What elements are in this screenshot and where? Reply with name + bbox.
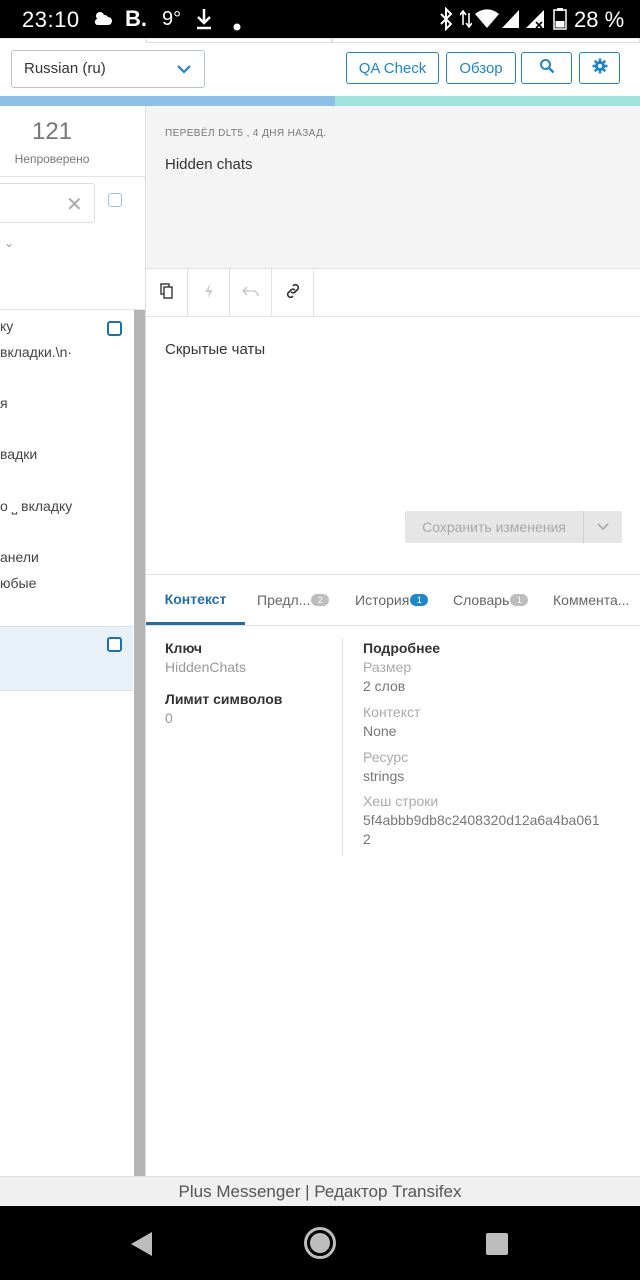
hash-value: 5f4abbb9db8c2408320d12a6a4ba061 xyxy=(363,812,600,828)
battery-level: 28 % xyxy=(574,7,625,32)
review-button[interactable]: Обзор xyxy=(446,52,516,84)
search-button[interactable] xyxy=(521,52,572,84)
editor-toolbar xyxy=(146,269,640,317)
progress-fill xyxy=(0,96,335,106)
divider xyxy=(342,638,343,856)
select-all-checkbox[interactable] xyxy=(108,193,122,207)
save-options-button[interactable] xyxy=(583,511,622,543)
list-item-text[interactable]: вкладки.\n· xyxy=(0,344,72,360)
tab-context[interactable]: Контекст xyxy=(146,575,245,625)
tab-label: Словарь xyxy=(453,592,510,608)
size-value: 2 слов xyxy=(363,678,406,694)
string-list-panel: 121 Непроверено ✕ ⌄ ку вкладки.\n· я вад… xyxy=(0,106,146,1176)
source-text: Hidden chats xyxy=(165,156,253,173)
list-scrollbar[interactable] xyxy=(134,310,145,1176)
count-badge: 2 xyxy=(311,594,330,606)
unreviewed-label: Непроверено xyxy=(14,152,90,166)
list-item-text[interactable]: ку xyxy=(0,318,13,334)
status-bar: 23:10 B. 9° 28 % xyxy=(0,0,640,38)
copy-source-button[interactable] xyxy=(146,269,188,317)
signal-x-icon xyxy=(524,7,546,37)
chevron-down-icon xyxy=(597,518,609,536)
language-value: Russian (ru) xyxy=(24,60,106,77)
divider xyxy=(0,176,145,177)
clock: 23:10 xyxy=(22,7,80,32)
translation-meta: ПЕРЕВЁЛ DLT5 , 4 ДНЯ НАЗАД. xyxy=(165,128,327,139)
chevron-down-icon[interactable]: ⌄ xyxy=(4,236,14,250)
tab-history[interactable]: История 1 xyxy=(355,575,429,625)
gear-icon xyxy=(592,58,608,78)
translation-progress-bar xyxy=(0,96,640,106)
page-title-footer: Plus Messenger | Редактор Transifex xyxy=(0,1176,640,1206)
undo-button[interactable] xyxy=(230,269,272,317)
dot-icon xyxy=(233,13,241,37)
key-value: HiddenChats xyxy=(165,659,246,675)
link-icon xyxy=(285,283,301,304)
language-select[interactable]: Russian (ru) xyxy=(11,50,205,88)
weather-icon xyxy=(91,7,115,37)
navigation-bar xyxy=(0,1206,640,1280)
signal-icon xyxy=(501,7,521,37)
tab-label: Контекст xyxy=(164,590,227,607)
data-icon xyxy=(459,7,473,37)
header-tab-divider xyxy=(146,39,332,43)
recents-icon[interactable] xyxy=(485,1232,509,1261)
hash-label: Хеш строки xyxy=(363,793,439,809)
context-value: None xyxy=(363,723,397,739)
tab-comments[interactable]: Коммента... xyxy=(553,575,629,625)
save-changes-button[interactable]: Сохранить изменения xyxy=(405,511,583,543)
list-item-text[interactable]: вадки xyxy=(0,446,37,462)
source-string-panel: ПЕРЕВЁЛ DLT5 , 4 ДНЯ НАЗАД. Hidden chats xyxy=(146,106,640,269)
info-tabs: Контекст Предл... 2 История 1 Словарь 1 … xyxy=(146,574,640,626)
row-checkbox[interactable] xyxy=(107,321,122,336)
key-label: Ключ xyxy=(165,640,202,656)
char-limit-value: 0 xyxy=(165,710,173,726)
close-icon[interactable]: ✕ xyxy=(66,192,83,217)
lightning-icon xyxy=(203,283,215,304)
bluetooth-icon xyxy=(438,6,454,37)
undo-icon xyxy=(241,284,260,303)
auto-translate-button[interactable] xyxy=(188,269,230,317)
chevron-down-icon xyxy=(176,61,192,82)
list-item-text[interactable]: анели xyxy=(0,549,39,565)
settings-button[interactable] xyxy=(579,52,620,84)
translation-editor[interactable]: Скрытые чаты Сохранить изменения xyxy=(146,318,640,574)
search-icon xyxy=(539,58,555,78)
insert-link-button[interactable] xyxy=(272,269,314,317)
divider xyxy=(0,309,145,310)
context-panel: Ключ HiddenChats Лимит символов 0 Подроб… xyxy=(146,626,640,1176)
copy-icon xyxy=(159,282,175,304)
list-item-text[interactable]: я xyxy=(0,395,8,411)
download-icon xyxy=(194,7,214,37)
qa-check-button[interactable]: QA Check xyxy=(346,52,439,84)
vk-icon: B. xyxy=(125,6,147,31)
list-item-text[interactable]: юбые xyxy=(0,575,36,591)
char-limit-label: Лимит символов xyxy=(165,691,283,707)
back-icon[interactable] xyxy=(130,1231,154,1262)
hash-value-continued: 2 xyxy=(363,831,371,847)
resource-value: strings xyxy=(363,768,405,784)
row-checkbox[interactable] xyxy=(107,637,122,652)
translation-text[interactable]: Скрытые чаты xyxy=(165,341,265,358)
size-label: Размер xyxy=(363,659,412,675)
tab-label: Предл... xyxy=(257,592,311,608)
wifi-icon xyxy=(474,7,500,37)
tab-suggestions[interactable]: Предл... 2 xyxy=(257,575,330,625)
battery-icon xyxy=(553,7,567,37)
tab-glossary[interactable]: Словарь 1 xyxy=(453,575,529,625)
resource-label: Ресурс xyxy=(363,749,409,765)
editor-header: Russian (ru) QA Check Обзор xyxy=(0,38,640,96)
count-badge: 1 xyxy=(510,594,529,606)
home-icon[interactable] xyxy=(303,1226,337,1265)
temperature: 9° xyxy=(162,8,182,30)
tab-label: История xyxy=(355,592,410,608)
context-label: Контекст xyxy=(363,704,421,720)
header-tab-divider xyxy=(332,39,640,43)
tab-label: Коммента... xyxy=(553,592,630,608)
details-label: Подробнее xyxy=(363,640,441,656)
list-item-text[interactable]: о ⎵ вкладку xyxy=(0,498,72,515)
unreviewed-count: 121 xyxy=(31,118,73,145)
selected-list-item[interactable] xyxy=(0,626,133,691)
count-badge: 1 xyxy=(410,594,429,606)
